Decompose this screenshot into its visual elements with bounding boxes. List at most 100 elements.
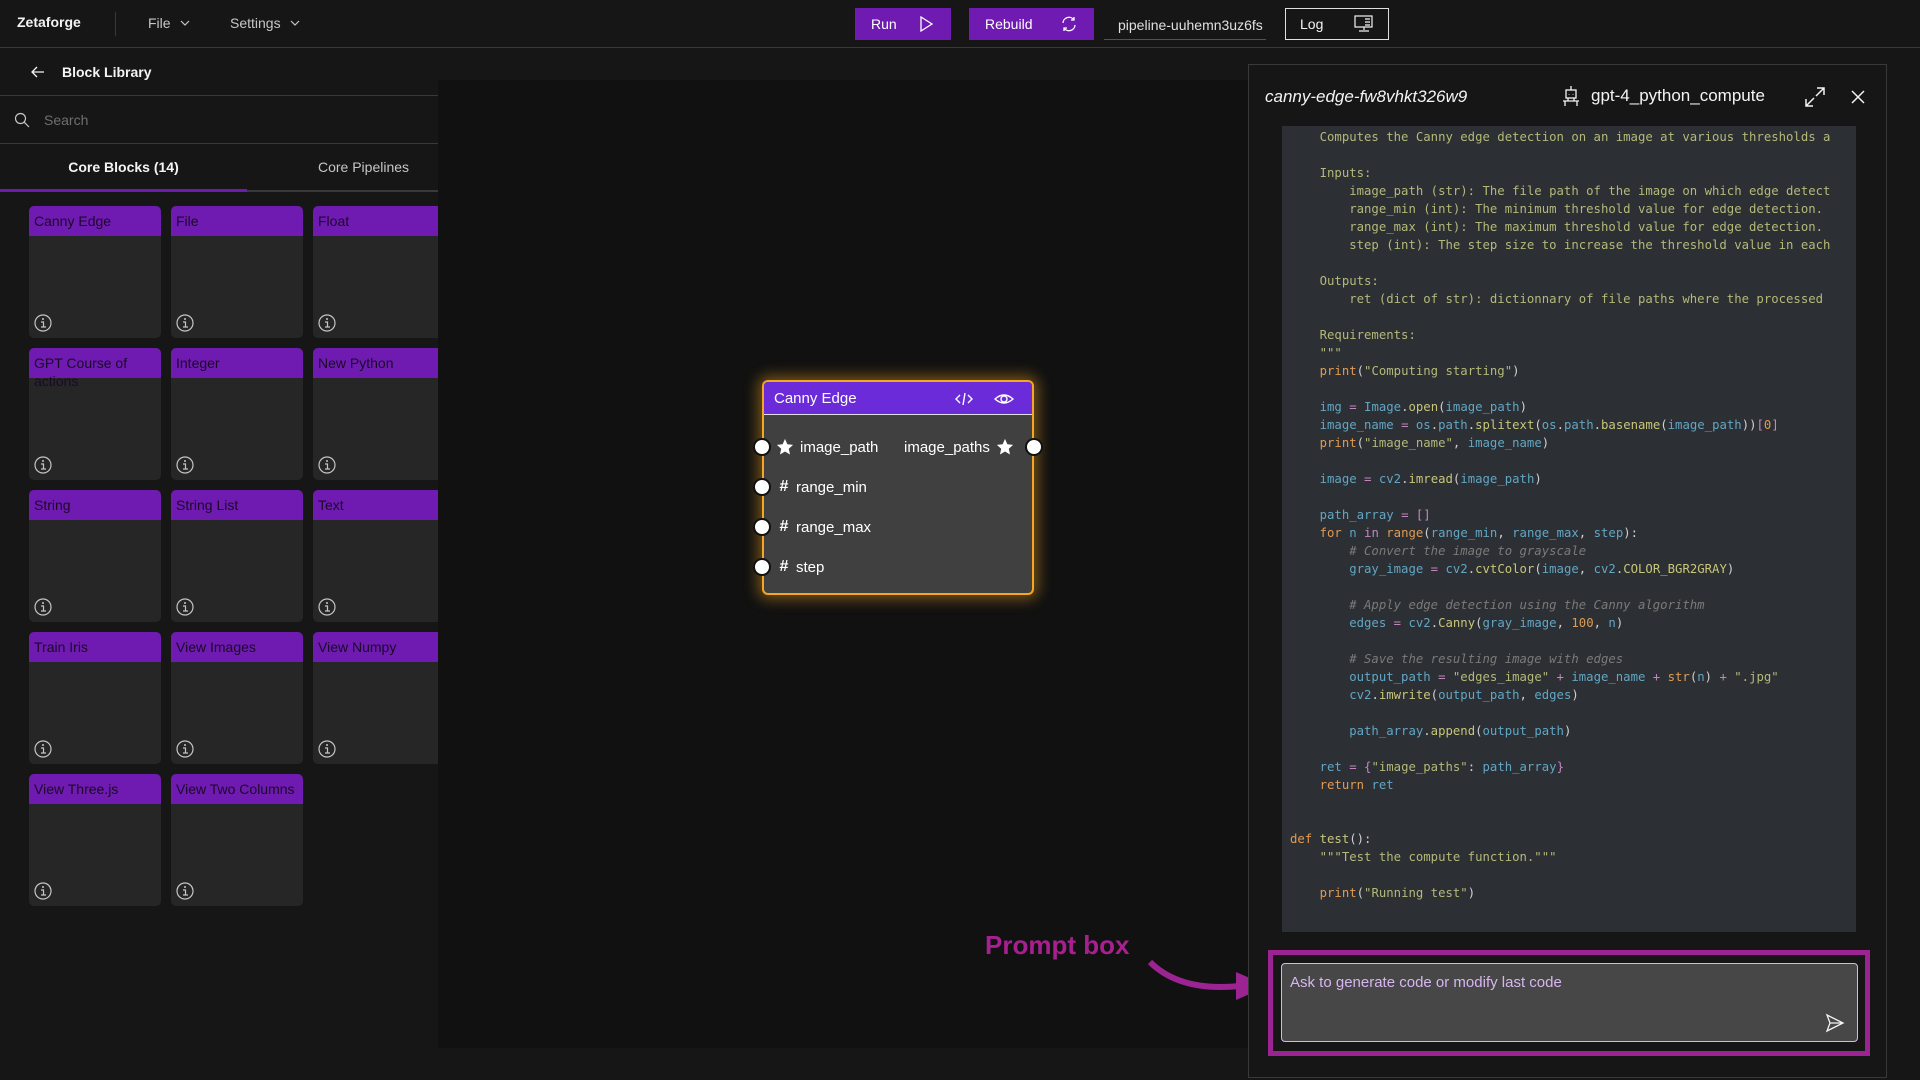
code-token: image: [1290, 472, 1365, 486]
send-icon[interactable]: [1825, 1013, 1845, 1033]
play-icon: [920, 15, 934, 33]
info-icon[interactable]: [318, 456, 336, 474]
code-token: 100: [1571, 616, 1594, 630]
file-menu[interactable]: File: [148, 15, 191, 31]
input-port-range-min[interactable]: [753, 478, 771, 496]
code-line: range_max (int): The maximum threshold v…: [1290, 218, 1856, 236]
code-token: gray_image: [1290, 562, 1431, 576]
code-token: image: [1541, 562, 1579, 576]
code-token: path: [1563, 418, 1594, 432]
info-icon[interactable]: [34, 882, 52, 900]
log-button-label: Log: [1300, 16, 1324, 32]
output-port-image-paths[interactable]: [1025, 438, 1043, 456]
info-icon[interactable]: [34, 314, 52, 332]
info-icon[interactable]: [34, 740, 52, 758]
code-token: ): [1726, 562, 1735, 576]
block-card[interactable]: String List: [171, 490, 303, 622]
block-card[interactable]: View Images: [171, 632, 303, 764]
back-arrow-icon[interactable]: [30, 64, 46, 80]
input-label: range_min: [796, 478, 867, 496]
code-token: ]: [1771, 418, 1779, 432]
info-icon[interactable]: [34, 598, 52, 616]
brand-divider: [115, 12, 116, 36]
star-icon: [996, 438, 1014, 455]
block-card[interactable]: Float: [313, 206, 445, 338]
code-token: in: [1364, 526, 1387, 540]
code-token: (: [1356, 364, 1365, 378]
pipeline-name-input[interactable]: pipeline-uuhemn3uz6fs: [1104, 8, 1266, 40]
search-input[interactable]: [44, 111, 444, 128]
code-token: "image_name": [1364, 436, 1453, 450]
block-card[interactable]: GPT Course of actions: [29, 348, 161, 480]
log-button[interactable]: Log: [1285, 8, 1389, 40]
node-header[interactable]: Canny Edge: [764, 382, 1032, 415]
input-label: range_max: [796, 518, 872, 536]
block-card[interactable]: New Python: [313, 348, 445, 480]
run-button[interactable]: Run: [855, 8, 951, 40]
info-icon[interactable]: [176, 740, 194, 758]
maximize-icon[interactable]: [1803, 85, 1827, 109]
info-icon[interactable]: [176, 456, 194, 474]
block-card[interactable]: Text: [313, 490, 445, 622]
block-card-title: String: [29, 490, 161, 520]
block-card[interactable]: String: [29, 490, 161, 622]
code-token: .: [1556, 418, 1564, 432]
code-token: path_array: [1482, 760, 1557, 774]
eye-icon[interactable]: [994, 389, 1014, 409]
code-icon[interactable]: [954, 389, 974, 409]
block-card-title: File: [171, 206, 303, 236]
block-card[interactable]: Canny Edge: [29, 206, 161, 338]
block-card[interactable]: View Numpy: [313, 632, 445, 764]
code-token: ret: [1371, 778, 1394, 792]
input-port-range-max[interactable]: [753, 518, 771, 536]
code-token: test: [1319, 832, 1350, 846]
code-line: output_path = "edges_image" + image_name…: [1290, 668, 1856, 686]
tab-core-blocks[interactable]: Core Blocks (14): [0, 144, 247, 192]
model-label: gpt-4_python_compute: [1561, 85, 1765, 107]
search-icon: [14, 112, 30, 127]
code-line: print("Computing starting"): [1290, 362, 1856, 380]
model-name: gpt-4_python_compute: [1591, 86, 1765, 105]
code-token: ): [1563, 724, 1572, 738]
code-token: ,: [1593, 616, 1609, 630]
info-icon[interactable]: [34, 456, 52, 474]
code-token: output_path: [1482, 724, 1564, 738]
code-token: ,: [1556, 616, 1572, 630]
code-line: Requirements:: [1290, 326, 1856, 344]
settings-menu[interactable]: Settings: [230, 15, 301, 31]
code-token: (: [1356, 436, 1365, 450]
info-icon[interactable]: [176, 598, 194, 616]
info-icon[interactable]: [318, 598, 336, 616]
code-line: def test():: [1290, 830, 1856, 848]
code-token: ,: [1519, 688, 1535, 702]
block-card[interactable]: Train Iris: [29, 632, 161, 764]
code-token: range_min: [1430, 526, 1498, 540]
close-icon[interactable]: [1849, 88, 1867, 106]
code-token: def: [1290, 832, 1320, 846]
code-token: ,: [1578, 526, 1594, 540]
code-token: Inputs:: [1290, 166, 1372, 180]
code-viewer[interactable]: Computes the Canny edge detection on an …: [1282, 126, 1856, 932]
code-token: =: [1349, 760, 1365, 774]
block-card[interactable]: File: [171, 206, 303, 338]
block-card[interactable]: View Two Columns: [171, 774, 303, 906]
canny-edge-node[interactable]: Canny Edge image_path # range_min # rang…: [753, 380, 1043, 595]
info-icon[interactable]: [318, 740, 336, 758]
input-port-image-path[interactable]: [753, 438, 771, 456]
input-label: image_path: [800, 438, 879, 456]
output-image-paths: image_paths: [904, 437, 1014, 457]
info-icon[interactable]: [176, 314, 194, 332]
block-card-title: String List: [171, 490, 303, 520]
block-card[interactable]: View Three.js: [29, 774, 161, 906]
input-port-step[interactable]: [753, 558, 771, 576]
code-token: ): [1615, 616, 1624, 630]
code-token: (: [1534, 562, 1542, 576]
code-token: cv2: [1378, 472, 1402, 486]
rebuild-button[interactable]: Rebuild: [969, 8, 1094, 40]
prompt-input[interactable]: [1282, 964, 1857, 1041]
info-icon[interactable]: [318, 314, 336, 332]
app-brand: Zetaforge: [17, 14, 81, 30]
block-card[interactable]: Integer: [171, 348, 303, 480]
code-token: ): [1519, 400, 1527, 414]
info-icon[interactable]: [176, 882, 194, 900]
